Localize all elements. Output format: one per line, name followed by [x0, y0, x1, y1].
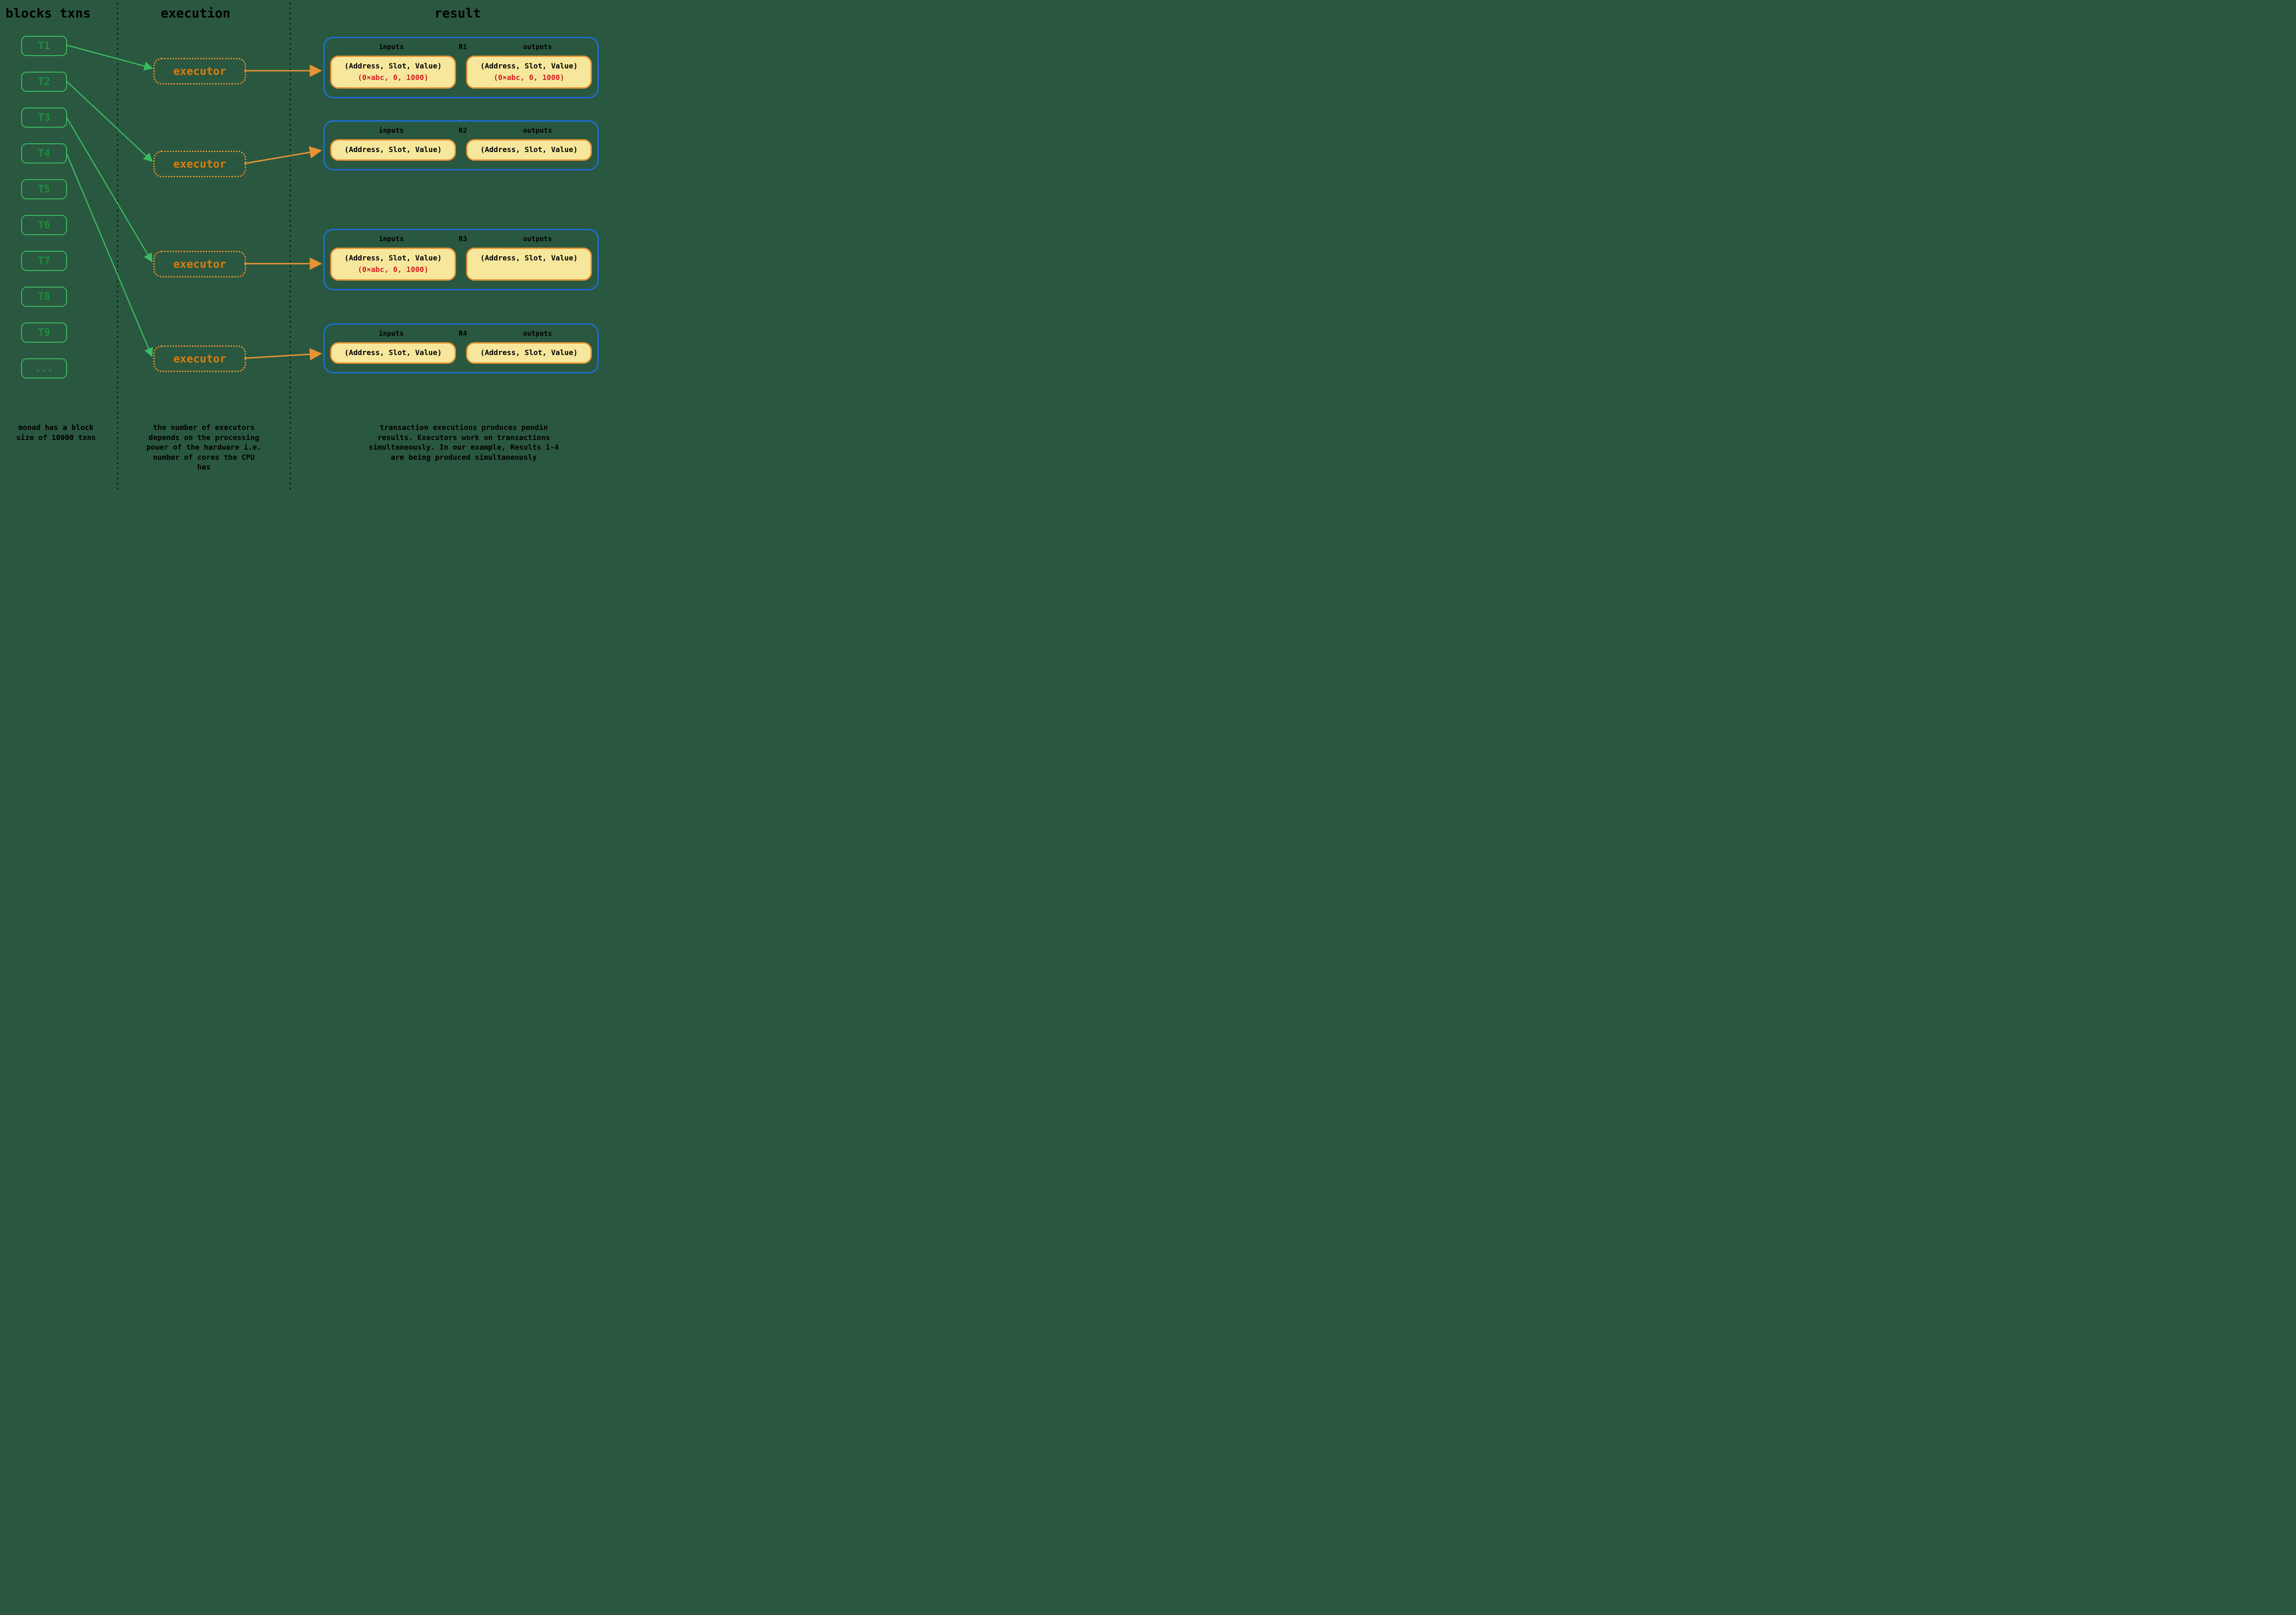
r4-inputs-label: inputs: [379, 329, 404, 338]
r4-output-tuple: (Address, Slot, Value): [480, 348, 578, 357]
r1-outputs-label: outputs: [523, 43, 552, 51]
r4-outputs-label: outputs: [523, 329, 552, 338]
txn-t2: T2: [21, 72, 67, 92]
txn-t9: T9: [21, 322, 67, 343]
r4-input-tuple: (Address, Slot, Value): [344, 348, 442, 357]
r2-outputs-label: outputs: [523, 126, 552, 135]
txn-t3: T3: [21, 107, 67, 128]
r3-output-tuple: (Address, Slot, Value): [480, 254, 578, 262]
r4-id: R4: [459, 329, 467, 338]
result-r3: inputs R3 outputs (Address, Slot, Value)…: [323, 229, 599, 290]
r3-id: R3: [459, 235, 467, 243]
header-result: result: [434, 6, 481, 21]
r3-inputs-label: inputs: [379, 235, 404, 243]
txn-t8: T8: [21, 287, 67, 307]
executor-4: executor: [153, 345, 246, 372]
header-blocks-txns: blocks txns: [6, 6, 90, 21]
r4-outputs-panel: (Address, Slot, Value): [466, 342, 592, 364]
r3-outputs-panel: (Address, Slot, Value): [466, 248, 592, 281]
r4-inputs-panel: (Address, Slot, Value): [330, 342, 456, 364]
r1-id: R1: [459, 43, 467, 51]
caption-exec: the number of executors depends on the p…: [146, 423, 262, 472]
r1-output-tuple: (Address, Slot, Value): [480, 62, 578, 70]
r3-outputs-label: outputs: [523, 235, 552, 243]
r3-input-tuple: (Address, Slot, Value): [344, 254, 442, 262]
r2-input-tuple: (Address, Slot, Value): [344, 145, 442, 154]
header-execution: execution: [161, 6, 231, 21]
executor-3: executor: [153, 251, 246, 277]
r1-outputs-panel: (Address, Slot, Value) (0×abc, 0, 1000): [466, 56, 592, 89]
diagram-stage: blocks txns execution result T1 T2 T3 T4…: [0, 0, 707, 494]
r2-output-tuple: (Address, Slot, Value): [480, 145, 578, 154]
result-r1: inputs R1 outputs (Address, Slot, Value)…: [323, 37, 599, 98]
txn-t1: T1: [21, 36, 67, 56]
r2-inputs-panel: (Address, Slot, Value): [330, 139, 456, 161]
r1-input-tuple: (Address, Slot, Value): [344, 62, 442, 70]
r1-inputs-panel: (Address, Slot, Value) (0×abc, 0, 1000): [330, 56, 456, 89]
txn-t6: T6: [21, 215, 67, 235]
r2-inputs-label: inputs: [379, 126, 404, 135]
executor-1: executor: [153, 58, 246, 85]
result-r2: inputs R2 outputs (Address, Slot, Value)…: [323, 120, 599, 170]
r2-id: R2: [459, 126, 467, 135]
r3-input-example: (0×abc, 0, 1000): [358, 265, 428, 274]
txn-more: ...: [21, 358, 67, 378]
executor-2: executor: [153, 151, 246, 177]
r1-inputs-label: inputs: [379, 43, 404, 51]
r3-inputs-panel: (Address, Slot, Value) (0×abc, 0, 1000): [330, 248, 456, 281]
caption-txns: monad has a block size of 10000 txns: [11, 423, 101, 442]
r2-outputs-panel: (Address, Slot, Value): [466, 139, 592, 161]
result-r4: inputs R4 outputs (Address, Slot, Value)…: [323, 323, 599, 373]
caption-result: transaction executions produces pendin r…: [363, 423, 565, 462]
txn-t5: T5: [21, 179, 67, 199]
r1-input-example: (0×abc, 0, 1000): [358, 73, 428, 82]
txn-t7: T7: [21, 251, 67, 271]
r1-output-example: (0×abc, 0, 1000): [494, 73, 564, 82]
txn-t4: T4: [21, 143, 67, 164]
